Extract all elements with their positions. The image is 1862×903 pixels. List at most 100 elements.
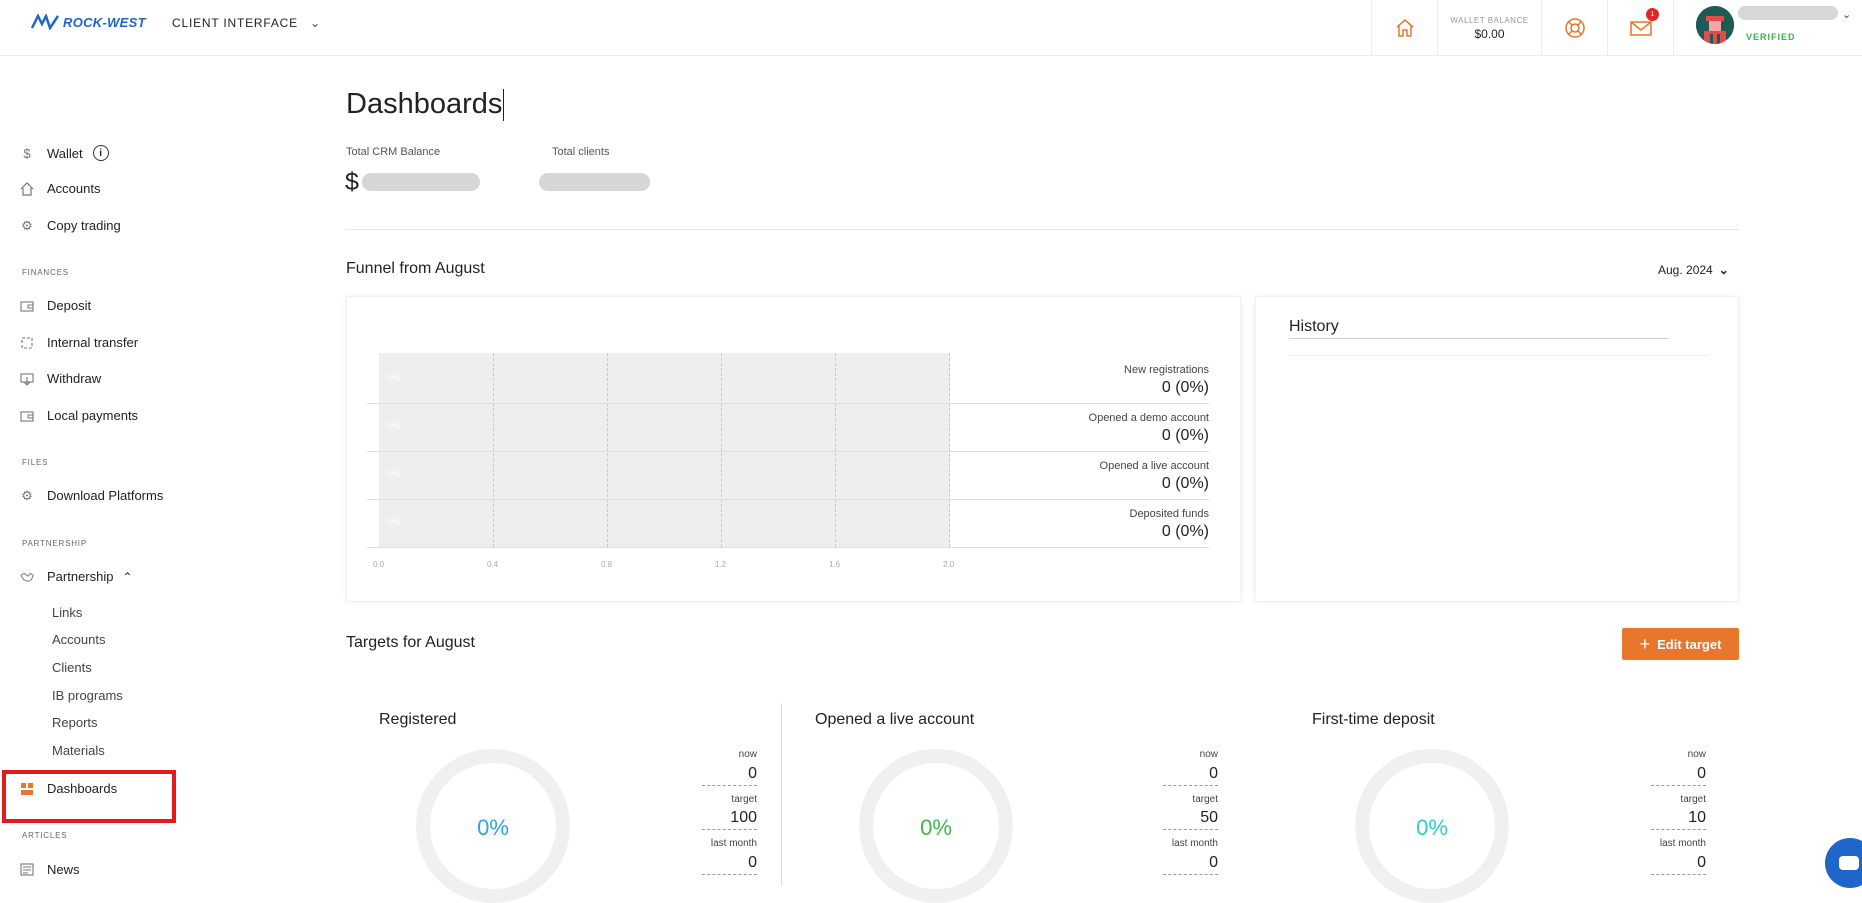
target-title-first-deposit: First-time deposit [1312, 711, 1435, 728]
target-target-value: 10 [1688, 809, 1706, 826]
support-button[interactable] [1541, 0, 1607, 56]
target-percent: 0% [477, 815, 509, 840]
x-tick: 0.4 [487, 560, 499, 569]
period-dropdown[interactable]: Aug. 2024 ⌄ [1658, 263, 1729, 277]
funnel-row-value: 0 (0%) [1161, 379, 1209, 396]
sidebar-item-label: Withdraw [47, 371, 102, 386]
info-icon[interactable]: i [92, 145, 109, 161]
grid-line [493, 353, 494, 547]
target-last-label: last month [1659, 838, 1706, 849]
chat-button[interactable] [1825, 838, 1862, 888]
target-now-label: now [1199, 749, 1218, 760]
target-target-value: 100 [730, 809, 757, 826]
target-dash [702, 874, 757, 875]
x-tick: 1.2 [715, 560, 727, 569]
lifebuoy-icon [1564, 18, 1585, 38]
section-partnership: PARTNERSHIP [22, 539, 87, 548]
chevron-down-icon: ⌄ [309, 16, 321, 30]
grid-line [607, 353, 608, 547]
messages-button[interactable]: 1 [1607, 0, 1673, 56]
sidebar-item-label: Internal transfer [47, 335, 139, 350]
sidebar-sub-clients[interactable]: Clients [52, 660, 92, 675]
sidebar-item-label: Accounts [47, 181, 101, 196]
sidebar-item-withdraw[interactable]: Withdraw [20, 371, 101, 386]
sidebar-item-download-platforms[interactable]: ⚙ Download Platforms [20, 487, 163, 504]
sidebar-item-internal-transfer[interactable]: Internal transfer [20, 335, 138, 350]
grid-line [835, 353, 836, 547]
sidebar-sub-materials[interactable]: Materials [52, 743, 105, 758]
section-files: FILES [22, 458, 49, 467]
target-dash [1163, 829, 1218, 830]
sidebar-item-accounts[interactable]: Accounts [20, 181, 100, 196]
top-bar: ROCK-WEST CLIENT INTERFACE ⌄ WALLET BALA… [0, 0, 1862, 56]
handshake-icon [20, 570, 34, 584]
avatar[interactable] [1696, 6, 1734, 44]
sidebar-item-local-payments[interactable]: Local payments [20, 408, 138, 423]
home-button[interactable] [1371, 0, 1437, 56]
funnel-row-line [367, 547, 1209, 548]
highlight-box [2, 770, 176, 823]
chat-icon [1839, 856, 1859, 870]
history-divider [1289, 355, 1709, 356]
funnel-row-label: Opened a live account [1099, 460, 1209, 472]
chevron-up-icon: ⌃ [122, 569, 133, 584]
client-interface-dropdown[interactable]: CLIENT INTERFACE ⌄ [172, 16, 321, 30]
funnel-bar-label: 0% [387, 517, 401, 527]
history-underline [1289, 338, 1669, 339]
chevron-down-icon: ⌄ [1718, 263, 1729, 277]
target-now-value: 0 [748, 765, 757, 782]
home-icon [20, 181, 34, 196]
page-title: Dashboards [346, 88, 505, 122]
wallet-balance-label: WALLET BALANCE [1450, 15, 1529, 25]
news-icon [20, 863, 34, 877]
notification-badge: 1 [1646, 8, 1659, 21]
withdraw-icon [20, 372, 34, 386]
sidebar-item-news[interactable]: News [20, 862, 80, 877]
sidebar-item-wallet[interactable]: $ Wallet i [20, 145, 109, 161]
sidebar-sub-reports[interactable]: Reports [52, 715, 98, 730]
sidebar-item-deposit[interactable]: Deposit [20, 298, 91, 313]
target-dash [1651, 829, 1706, 830]
rock-west-logo[interactable]: ROCK-WEST [30, 14, 146, 30]
funnel-row-label: Opened a demo account [1088, 412, 1209, 424]
target-target-value: 50 [1200, 809, 1218, 826]
gear-icon: ⚙ [21, 487, 33, 503]
plus-icon: + [1639, 633, 1651, 654]
wallet-icon [20, 299, 34, 313]
avatar-image-icon [1696, 6, 1734, 44]
dollar-icon: $ [23, 145, 31, 161]
funnel-row-value: 0 (0%) [1161, 523, 1209, 540]
funnel-plot-area [379, 353, 950, 547]
sidebar-item-label: Partnership [47, 569, 114, 584]
history-title: History [1289, 318, 1339, 335]
sidebar-sub-links[interactable]: Links [52, 605, 82, 620]
sidebar-sub-accounts[interactable]: Accounts [52, 632, 105, 647]
text-cursor [503, 89, 505, 122]
period-value: Aug. 2024 [1658, 263, 1713, 277]
sidebar-item-label: Wallet [47, 145, 83, 161]
wallet-balance[interactable]: WALLET BALANCE $0.00 [1437, 0, 1541, 56]
funnel-title: Funnel from August [346, 260, 485, 277]
sidebar-sub-ib-programs[interactable]: IB programs [52, 688, 123, 703]
mail-icon [1629, 21, 1652, 36]
target-dash [702, 785, 757, 786]
funnel-row-label: Deposited funds [1129, 508, 1210, 520]
target-last-value: 0 [1697, 854, 1706, 871]
target-now-label: now [738, 749, 757, 760]
target-target-label: target [731, 794, 757, 805]
funnel-row-line [367, 403, 1209, 404]
client-interface-label: CLIENT INTERFACE [172, 16, 298, 30]
edit-target-button[interactable]: + Edit target [1622, 628, 1739, 660]
sidebar-item-copy-trading[interactable]: ⚙ Copy trading [20, 218, 121, 234]
user-menu-chevron-icon[interactable]: ⌄ [1842, 8, 1851, 21]
user-name-blurred [1738, 6, 1838, 20]
wallet-balance-value: $0.00 [1474, 26, 1505, 41]
total-crm-balance-label: Total CRM Balance [346, 146, 441, 158]
target-dash [1651, 874, 1706, 875]
total-clients-label: Total clients [552, 146, 610, 158]
header-divider [1673, 0, 1674, 56]
target-dash [702, 829, 757, 830]
edit-target-label: Edit target [1657, 636, 1722, 652]
sidebar-item-partnership[interactable]: Partnership ⌃ [20, 569, 133, 584]
grid-line [949, 353, 950, 547]
